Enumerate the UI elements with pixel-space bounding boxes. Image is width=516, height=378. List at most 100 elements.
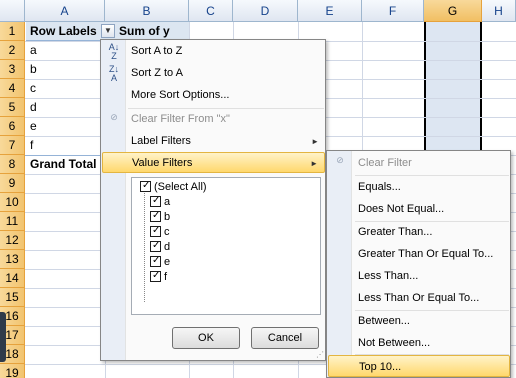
- less-than-item[interactable]: Less Than...: [354, 265, 510, 287]
- sort-ascending-icon: A↓ Z: [108, 42, 120, 61]
- greater-than-label: Greater Than...: [358, 226, 433, 238]
- column-header-d[interactable]: D: [233, 0, 298, 22]
- equals-item[interactable]: Equals...: [354, 176, 510, 198]
- dropdown-arrow-icon[interactable]: ▼: [101, 24, 115, 38]
- checklist-item[interactable]: d: [150, 239, 171, 254]
- between-label: Between...: [358, 315, 410, 327]
- pivot-row-item[interactable]: c: [26, 79, 36, 98]
- submenu-arrow-icon: ►: [311, 137, 319, 146]
- sort-a-to-z-label: Sort A to Z: [131, 45, 183, 57]
- row-header[interactable]: 3: [0, 60, 25, 79]
- checklist-item[interactable]: f: [150, 269, 168, 284]
- sort-a-to-z-item[interactable]: Sort A to Z: [127, 41, 325, 62]
- select-all-label: (Select All): [154, 181, 207, 193]
- cancel-button[interactable]: Cancel: [251, 327, 319, 349]
- row-header[interactable]: 5: [0, 98, 25, 117]
- checklist-item[interactable]: c: [150, 224, 170, 239]
- sort-z-to-a-label: Sort Z to A: [131, 67, 183, 79]
- clear-filter-item[interactable]: Clear Filter From "x": [127, 109, 325, 130]
- pivot-row-item[interactable]: f: [26, 136, 33, 155]
- column-header-c[interactable]: C: [189, 0, 233, 22]
- checklist-item-label: f: [164, 271, 168, 283]
- select-all-checkbox[interactable]: (Select All): [140, 179, 207, 194]
- value-filters-label: Value Filters: [132, 157, 193, 169]
- value-filters-submenu: ⊘ Clear Filter Equals... Does Not Equal.…: [326, 150, 511, 378]
- row-header[interactable]: 7: [0, 136, 25, 155]
- column-header-e[interactable]: E: [298, 0, 362, 22]
- less-than-or-equal-label: Less Than Or Equal To...: [358, 292, 480, 304]
- value-filters-item[interactable]: Value Filters ►: [102, 152, 325, 173]
- checkbox-checked-icon: [150, 254, 161, 268]
- checkbox-checked-icon: [140, 179, 151, 193]
- sort-descending-icon: Z↓ A: [109, 64, 119, 83]
- checklist-item-label: a: [164, 196, 171, 208]
- row-header[interactable]: 15: [0, 288, 25, 307]
- more-sort-options-item[interactable]: More Sort Options...: [127, 85, 325, 106]
- pivot-row-item[interactable]: b: [26, 60, 37, 79]
- row-header[interactable]: 11: [0, 212, 25, 231]
- checkbox-checked-icon: [150, 209, 161, 223]
- more-sort-options-label: More Sort Options...: [131, 89, 230, 101]
- less-than-label: Less Than...: [358, 270, 419, 282]
- pivot-row-item[interactable]: a: [26, 41, 37, 60]
- label-filters-label: Label Filters: [131, 135, 191, 147]
- submenu-arrow-icon: ►: [310, 159, 318, 168]
- sub-clear-filter-label: Clear Filter: [358, 157, 412, 169]
- pivot-row-labels-header[interactable]: Row Labels: [26, 22, 97, 41]
- row-header[interactable]: 8: [0, 155, 25, 174]
- clear-filter-label: Clear Filter From "x": [131, 113, 230, 125]
- label-filters-item[interactable]: Label Filters ►: [127, 131, 325, 152]
- row-header[interactable]: 1: [0, 22, 25, 41]
- column-header-f[interactable]: F: [362, 0, 424, 22]
- top-10-label: Top 10...: [359, 361, 402, 373]
- top-10-item[interactable]: Top 10...: [328, 355, 510, 377]
- row-header[interactable]: 2: [0, 41, 25, 60]
- row-header[interactable]: 9: [0, 174, 25, 193]
- row-header[interactable]: 10: [0, 193, 25, 212]
- sub-clear-filter-item[interactable]: Clear Filter: [354, 152, 510, 174]
- greater-than-or-equal-item[interactable]: Greater Than Or Equal To...: [354, 243, 510, 265]
- does-not-equal-label: Does Not Equal...: [358, 203, 445, 215]
- menu-icon-gutter: [101, 40, 126, 360]
- column-header-g[interactable]: G: [424, 0, 482, 22]
- ok-button[interactable]: OK: [172, 327, 240, 349]
- less-than-or-equal-item[interactable]: Less Than Or Equal To...: [354, 287, 510, 309]
- not-between-label: Not Between...: [358, 337, 431, 349]
- not-between-item[interactable]: Not Between...: [354, 332, 510, 354]
- checkbox-checked-icon: [150, 194, 161, 208]
- checkbox-checked-icon: [150, 239, 161, 253]
- greater-than-or-equal-label: Greater Than Or Equal To...: [358, 248, 494, 260]
- checklist-item[interactable]: e: [150, 254, 170, 269]
- filter-dropdown-menu: A↓ Z Sort A to Z Z↓ A Sort Z to A More Sor…: [100, 39, 326, 361]
- row-header[interactable]: 19: [0, 364, 25, 378]
- sort-z-to-a-item[interactable]: Sort Z to A: [127, 63, 325, 84]
- checklist-item[interactable]: b: [150, 209, 171, 224]
- column-header-b[interactable]: B: [105, 0, 189, 22]
- clear-filter-icon: ⊘: [110, 112, 118, 122]
- row-header[interactable]: 13: [0, 250, 25, 269]
- pivot-row-item[interactable]: d: [26, 98, 37, 117]
- greater-than-item[interactable]: Greater Than...: [354, 221, 510, 243]
- select-all-corner[interactable]: [0, 0, 25, 22]
- checklist-item-label: c: [164, 226, 170, 238]
- submenu-icon-gutter: [327, 151, 352, 377]
- does-not-equal-item[interactable]: Does Not Equal...: [354, 198, 510, 220]
- checklist-item-label: d: [164, 241, 171, 253]
- filter-checklist[interactable]: (Select All) a b c d e f: [131, 177, 321, 315]
- row-header[interactable]: 4: [0, 79, 25, 98]
- column-header-h[interactable]: H: [482, 0, 516, 22]
- row-header[interactable]: 6: [0, 117, 25, 136]
- pivot-grand-total[interactable]: Grand Total: [26, 155, 96, 174]
- row-header[interactable]: 12: [0, 231, 25, 250]
- pivot-row-item[interactable]: e: [26, 117, 37, 136]
- checkbox-checked-icon: [150, 269, 161, 283]
- clear-filter-icon: ⊘: [336, 155, 344, 165]
- resize-grip-icon[interactable]: ⋰: [316, 350, 324, 359]
- checklist-item-label: b: [164, 211, 171, 223]
- window-edge: [0, 312, 6, 362]
- between-item[interactable]: Between...: [354, 310, 510, 332]
- checklist-item[interactable]: a: [150, 194, 171, 209]
- checkbox-checked-icon: [150, 224, 161, 238]
- column-header-a[interactable]: A: [25, 0, 105, 22]
- row-header[interactable]: 14: [0, 269, 25, 288]
